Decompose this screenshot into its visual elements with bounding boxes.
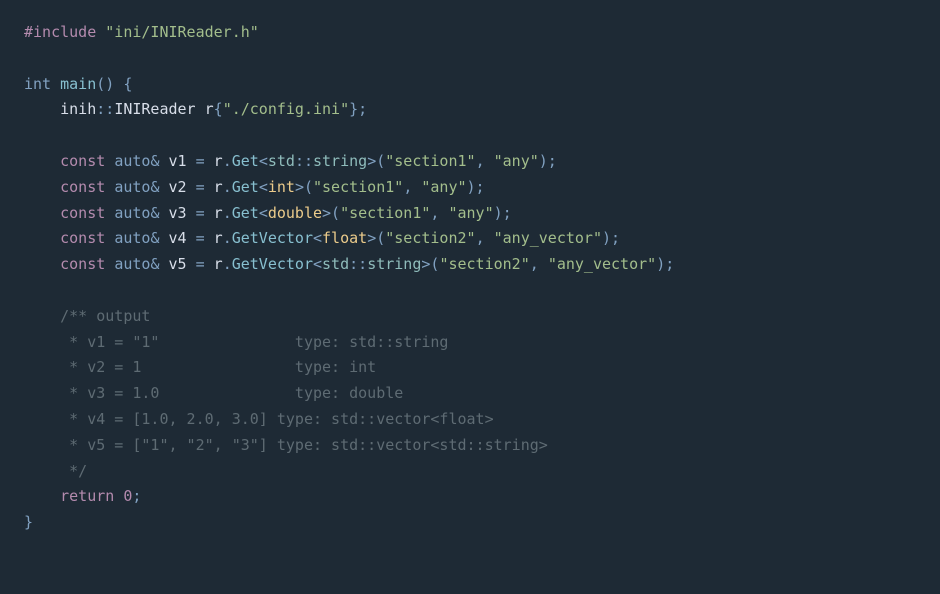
comment-line: /** output (60, 307, 150, 325)
kw-return: return (60, 487, 114, 505)
fn-get: Get (232, 152, 259, 170)
include-path: "ini/INIReader.h" (105, 23, 259, 41)
config-path: "./config.ini" (223, 100, 349, 118)
comment-line: * v1 = "1" type: std::string (60, 333, 448, 351)
class-inireader: INIReader (114, 100, 195, 118)
type-int: int (24, 75, 51, 93)
var-r: r (205, 100, 214, 118)
ns-inih: inih (60, 100, 96, 118)
include-directive: #include (24, 23, 96, 41)
comment-line: * v3 = 1.0 type: double (60, 384, 403, 402)
fn-getvector: GetVector (232, 229, 313, 247)
var-v5: v5 (169, 255, 187, 273)
fn-main: main (60, 75, 96, 93)
code-block: #include "ini/INIReader.h" int main() { … (24, 20, 916, 536)
comment-line: * v2 = 1 type: int (60, 358, 376, 376)
var-v2: v2 (169, 178, 187, 196)
comment-line: * v4 = [1.0, 2.0, 3.0] type: std::vector… (60, 410, 493, 428)
type-auto: auto (114, 152, 150, 170)
comment-line: */ (60, 462, 87, 480)
var-v1: v1 (169, 152, 187, 170)
kw-const: const (60, 152, 105, 170)
var-v4: v4 (169, 229, 187, 247)
comment-line: * v5 = ["1", "2", "3"] type: std::vector… (60, 436, 548, 454)
var-v3: v3 (169, 204, 187, 222)
